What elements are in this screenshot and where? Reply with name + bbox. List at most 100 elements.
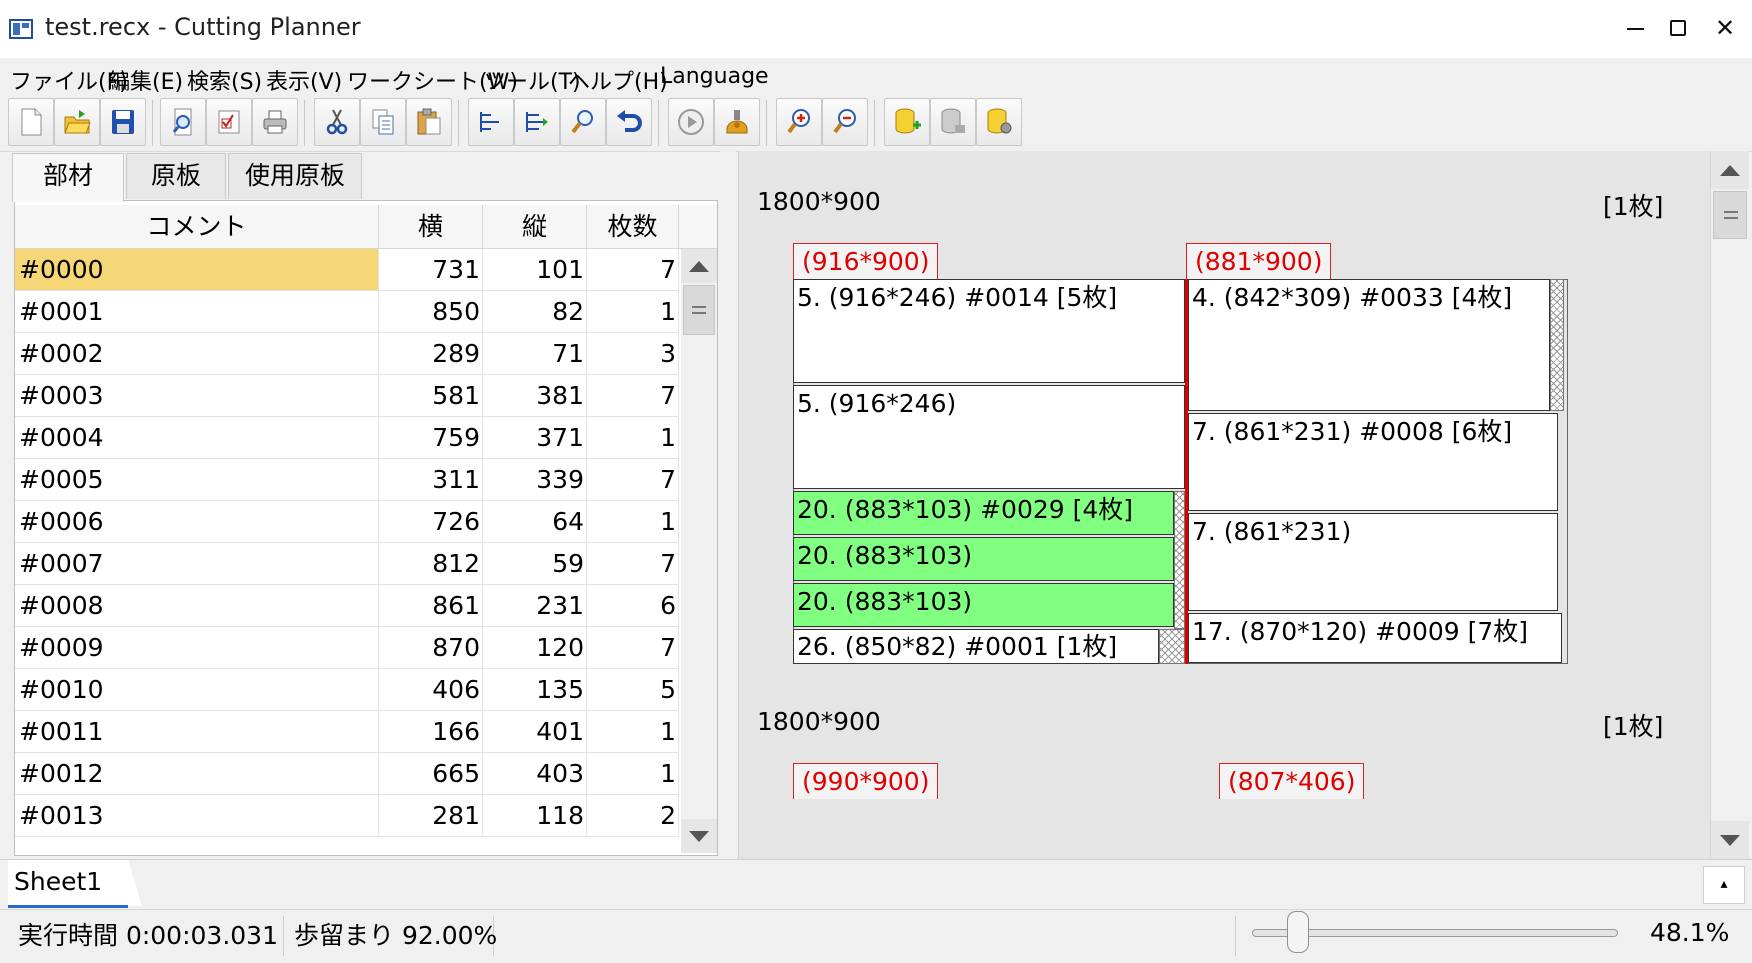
scroll-down-button[interactable] bbox=[681, 819, 717, 853]
cell-comment[interactable]: #0001 bbox=[15, 291, 379, 332]
tab-parts[interactable]: 部材 bbox=[12, 153, 124, 202]
menu-tools[interactable]: ツール(T) bbox=[484, 64, 581, 96]
menu-language[interactable]: Language bbox=[660, 64, 769, 89]
scroll-up-button[interactable] bbox=[681, 249, 717, 283]
column-header-width[interactable]: 横 bbox=[379, 205, 483, 248]
paste-button[interactable] bbox=[406, 98, 452, 146]
piece-block-highlighted[interactable]: 20. (883*103) bbox=[793, 583, 1174, 627]
cell-comment[interactable]: #0006 bbox=[15, 501, 379, 542]
align-right-button[interactable] bbox=[514, 98, 560, 146]
cell-height[interactable]: 231 bbox=[483, 585, 587, 626]
print-preview-button[interactable] bbox=[160, 98, 206, 146]
column-header-height[interactable]: 縦 bbox=[483, 205, 587, 248]
table-row[interactable]: #0013 281 118 2 bbox=[15, 795, 679, 837]
cell-comment[interactable]: #0005 bbox=[15, 459, 379, 500]
scroll-thumb[interactable] bbox=[1713, 191, 1747, 239]
table-row[interactable]: #0004 759 371 1 bbox=[15, 417, 679, 459]
cutting-layout-view[interactable]: 1800*900 [1枚] (916*900) (881*900) 5. (91… bbox=[738, 151, 1711, 859]
cell-count[interactable]: 1 bbox=[587, 291, 679, 332]
cell-width[interactable]: 406 bbox=[379, 669, 483, 710]
cell-comment[interactable]: #0004 bbox=[15, 417, 379, 458]
cell-height[interactable]: 101 bbox=[483, 249, 587, 290]
save-button[interactable] bbox=[100, 98, 146, 146]
cell-width[interactable]: 861 bbox=[379, 585, 483, 626]
run-button[interactable] bbox=[668, 98, 714, 146]
column-header-count[interactable]: 枚数 bbox=[587, 205, 679, 248]
cell-width[interactable]: 731 bbox=[379, 249, 483, 290]
piece-block[interactable]: 4. (842*309) #0033 [4枚] bbox=[1188, 279, 1550, 411]
table-row[interactable]: #0001 850 82 1 bbox=[15, 291, 679, 333]
scroll-thumb[interactable] bbox=[683, 285, 715, 335]
cell-comment[interactable]: #0009 bbox=[15, 627, 379, 668]
table-row[interactable]: #0011 166 401 1 bbox=[15, 711, 679, 753]
cell-comment[interactable]: #0000 bbox=[15, 249, 379, 290]
cell-height[interactable]: 403 bbox=[483, 753, 587, 794]
tab-stock-sheets[interactable]: 原板 bbox=[126, 153, 226, 199]
cell-count[interactable]: 7 bbox=[587, 543, 679, 584]
piece-block[interactable]: 5. (916*246) bbox=[793, 385, 1185, 489]
zoom-slider-thumb[interactable] bbox=[1286, 911, 1309, 953]
cell-height[interactable]: 339 bbox=[483, 459, 587, 500]
cell-width[interactable]: 759 bbox=[379, 417, 483, 458]
piece-block-highlighted[interactable]: 20. (883*103) bbox=[793, 537, 1174, 581]
menu-edit[interactable]: 編集(E) bbox=[108, 64, 183, 96]
find-button[interactable] bbox=[560, 98, 606, 146]
cell-count[interactable]: 1 bbox=[587, 711, 679, 752]
pane-splitter[interactable] bbox=[720, 151, 736, 859]
cell-width[interactable]: 166 bbox=[379, 711, 483, 752]
cell-height[interactable]: 120 bbox=[483, 627, 587, 668]
table-row[interactable]: #0012 665 403 1 bbox=[15, 753, 679, 795]
cell-count[interactable]: 3 bbox=[587, 333, 679, 374]
piece-block[interactable]: 5. (916*246) #0014 [5枚] bbox=[793, 279, 1185, 383]
grid-vertical-scrollbar[interactable] bbox=[681, 249, 717, 853]
cell-height[interactable]: 59 bbox=[483, 543, 587, 584]
cell-count[interactable]: 2 bbox=[587, 795, 679, 836]
cell-comment[interactable]: #0010 bbox=[15, 669, 379, 710]
table-row[interactable]: #0009 870 120 7 bbox=[15, 627, 679, 669]
piece-block[interactable]: 26. (850*82) #0001 [1枚] bbox=[793, 629, 1159, 664]
cell-width[interactable]: 870 bbox=[379, 627, 483, 668]
close-icon[interactable]: ✕ bbox=[1698, 8, 1752, 48]
cell-width[interactable]: 850 bbox=[379, 291, 483, 332]
cell-width[interactable]: 289 bbox=[379, 333, 483, 374]
piece-block[interactable]: 7. (861*231) bbox=[1188, 513, 1558, 611]
menu-search[interactable]: 検索(S) bbox=[187, 64, 262, 96]
cell-height[interactable]: 371 bbox=[483, 417, 587, 458]
align-left-button[interactable] bbox=[468, 98, 514, 146]
table-row[interactable]: #0007 812 59 7 bbox=[15, 543, 679, 585]
undo-button[interactable] bbox=[606, 98, 652, 146]
cell-count[interactable]: 7 bbox=[587, 249, 679, 290]
database-add-button[interactable] bbox=[884, 98, 930, 146]
cell-height[interactable]: 118 bbox=[483, 795, 587, 836]
tab-used-sheets[interactable]: 使用原板 bbox=[228, 153, 362, 199]
maximize-icon[interactable] bbox=[1651, 8, 1705, 48]
scroll-up-button[interactable] bbox=[1711, 151, 1749, 189]
cell-height[interactable]: 71 bbox=[483, 333, 587, 374]
cell-comment[interactable]: #0013 bbox=[15, 795, 379, 836]
table-row[interactable]: #0006 726 64 1 bbox=[15, 501, 679, 543]
cell-height[interactable]: 135 bbox=[483, 669, 587, 710]
table-row[interactable]: #0002 289 71 3 bbox=[15, 333, 679, 375]
sheet-tab-sheet1[interactable]: Sheet1 bbox=[8, 860, 142, 908]
piece-block-highlighted[interactable]: 20. (883*103) #0029 [4枚] bbox=[793, 491, 1174, 535]
cell-count[interactable]: 1 bbox=[587, 417, 679, 458]
cell-comment[interactable]: #0011 bbox=[15, 711, 379, 752]
cell-count[interactable]: 1 bbox=[587, 753, 679, 794]
cell-count[interactable]: 7 bbox=[587, 459, 679, 500]
database-settings-button[interactable] bbox=[976, 98, 1022, 146]
cell-count[interactable]: 7 bbox=[587, 375, 679, 416]
menu-help[interactable]: ヘルプ(H) bbox=[568, 64, 668, 96]
table-row[interactable]: #0008 861 231 6 bbox=[15, 585, 679, 627]
sheet-menu-button[interactable]: ▴ bbox=[1703, 866, 1745, 904]
cell-width[interactable]: 281 bbox=[379, 795, 483, 836]
cell-width[interactable]: 726 bbox=[379, 501, 483, 542]
open-button[interactable] bbox=[54, 98, 100, 146]
new-file-button[interactable] bbox=[8, 98, 54, 146]
zoom-out-button[interactable] bbox=[822, 98, 868, 146]
table-row[interactable]: #0003 581 381 7 bbox=[15, 375, 679, 417]
cell-count[interactable]: 6 bbox=[587, 585, 679, 626]
robot-button[interactable] bbox=[714, 98, 760, 146]
cut-button[interactable] bbox=[314, 98, 360, 146]
cell-width[interactable]: 581 bbox=[379, 375, 483, 416]
cell-height[interactable]: 381 bbox=[483, 375, 587, 416]
